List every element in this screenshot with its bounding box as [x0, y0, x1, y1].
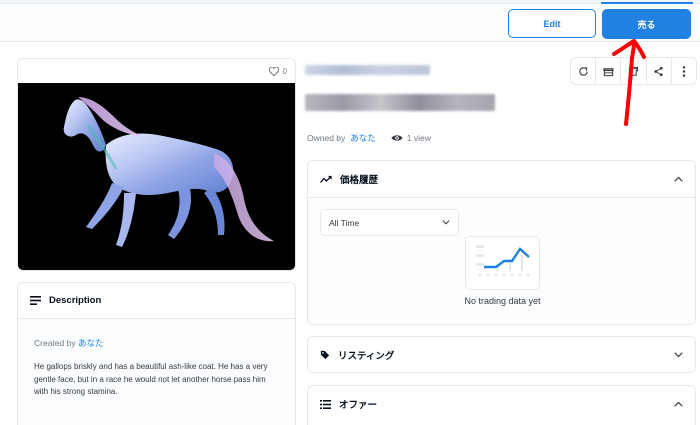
owner-info: Owned by あなた 1 view [307, 132, 431, 144]
price-history-header[interactable]: 価格履歴 [308, 161, 695, 197]
item-artwork-horse[interactable] [18, 83, 295, 270]
description-icon [30, 296, 41, 305]
favorite-bar: 0 [18, 59, 295, 83]
share-icon [654, 66, 663, 76]
more-button[interactable] [672, 58, 696, 84]
listing-header[interactable]: リスティング [308, 337, 695, 372]
created-by: Created by あなた [34, 338, 104, 348]
description-header[interactable]: Description [18, 283, 295, 319]
favorite-count: 0 [282, 66, 287, 76]
price-history-panel: 価格履歴 All Time No trading data yet [307, 160, 696, 325]
description-title: Description [49, 295, 102, 306]
external-link-icon [628, 66, 639, 76]
chevron-up-icon [674, 401, 683, 407]
eye-icon [391, 135, 403, 141]
offers-header[interactable]: オファー [308, 386, 695, 422]
collection-name-redacted[interactable] [305, 65, 430, 75]
edit-button[interactable]: Edit [508, 9, 596, 38]
chevron-down-icon [442, 220, 450, 225]
item-action-icons [570, 57, 697, 85]
view-count: 1 view [391, 133, 431, 143]
heart-icon[interactable] [268, 66, 279, 76]
item-image-card: 0 [17, 58, 296, 271]
chevron-up-icon [674, 176, 683, 182]
period-select[interactable]: All Time [320, 209, 459, 236]
gift-icon [603, 67, 614, 76]
tag-icon [320, 350, 330, 360]
item-title-redacted [305, 94, 495, 111]
description-text: He gallops briskly and has a beautiful a… [34, 362, 268, 396]
chart-line-icon [320, 175, 332, 183]
owner-link[interactable]: あなた [350, 132, 376, 144]
refresh-icon [578, 66, 588, 76]
offers-panel[interactable]: オファー [307, 385, 696, 425]
no-trading-data-text: No trading data yet [464, 296, 541, 306]
listing-panel[interactable]: リスティング [307, 336, 696, 373]
description-card: Description Created by あなた He gallops br… [17, 282, 296, 425]
description-body: Created by あなた He gallops briskly and ha… [18, 319, 295, 425]
external-link-button[interactable] [621, 58, 647, 84]
list-icon [320, 399, 331, 409]
owner-action-bar: Edit 売る [0, 4, 700, 42]
gift-button[interactable] [596, 58, 622, 84]
creator-link[interactable]: あなた [78, 338, 104, 348]
chevron-down-icon [674, 352, 683, 358]
empty-chart-illustration [465, 236, 540, 290]
share-button[interactable] [647, 58, 672, 84]
more-icon [682, 65, 686, 77]
sell-button[interactable]: 売る [602, 9, 691, 39]
price-history-body: All Time No trading data yet [308, 197, 695, 324]
refresh-button[interactable] [571, 58, 597, 84]
